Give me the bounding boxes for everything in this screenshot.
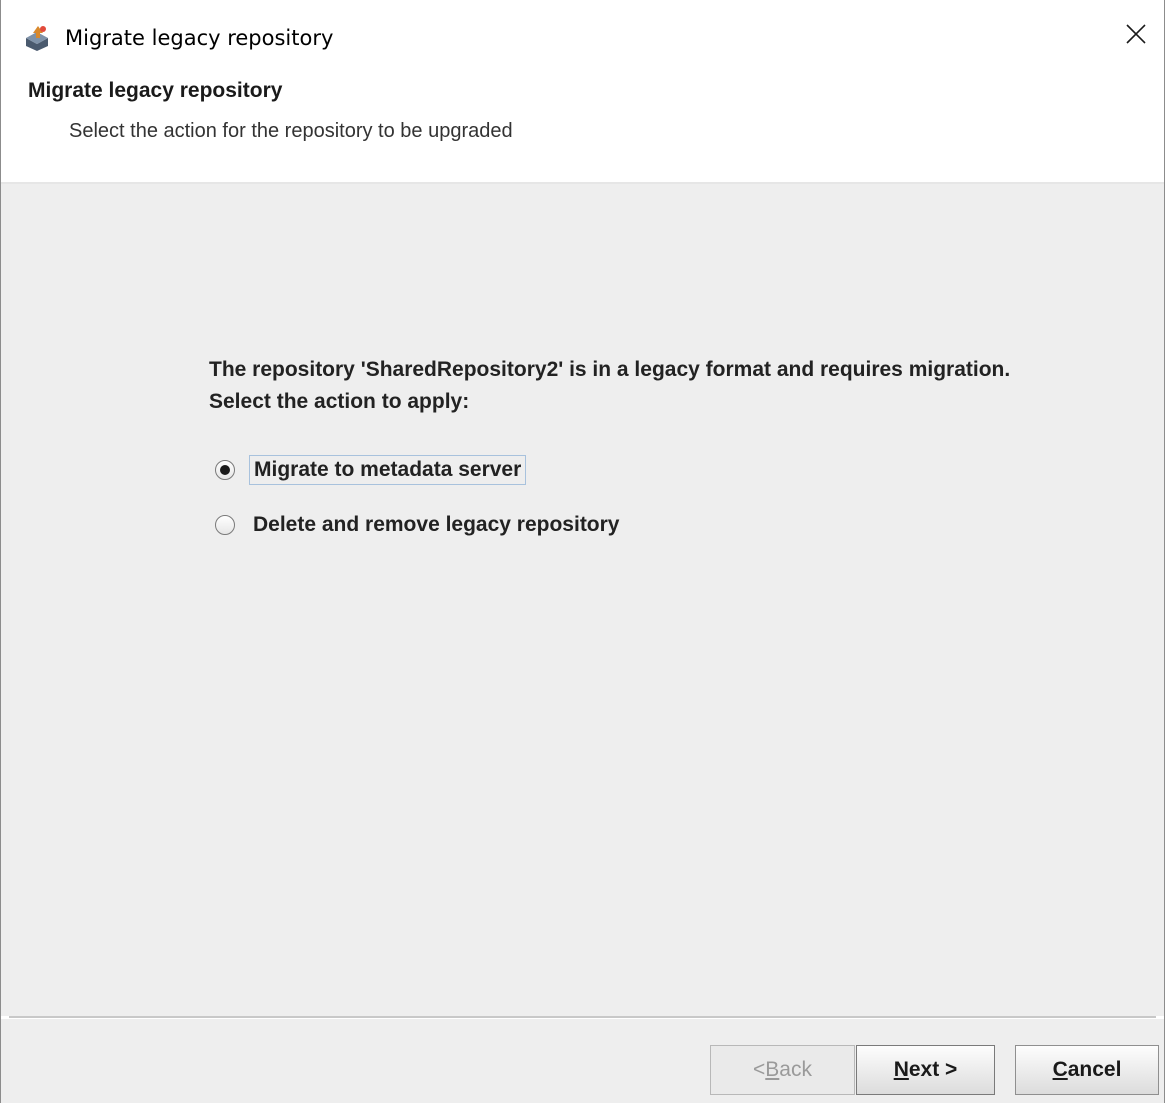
- migration-message: The repository 'SharedRepository2' is in…: [209, 354, 1010, 418]
- step-title: Migrate legacy repository: [28, 79, 283, 102]
- title-bar: Migrate legacy repository: [1, 0, 1164, 75]
- wizard-dialog: Migrate legacy repository Migrate legacy…: [0, 0, 1165, 1103]
- option-migrate-label[interactable]: Migrate to metadata server: [249, 455, 527, 485]
- option-delete-radio[interactable]: Delete and remove legacy repository: [215, 511, 624, 539]
- close-button[interactable]: [1116, 16, 1156, 56]
- wizard-header: Migrate legacy repository Select the act…: [1, 75, 1164, 182]
- radio-unselected-icon[interactable]: [215, 515, 235, 535]
- message-line-1: The repository 'SharedRepository2' is in…: [209, 358, 1011, 381]
- back-button[interactable]: < Back: [710, 1045, 855, 1095]
- message-line-2: Select the action to apply:: [209, 390, 470, 413]
- radio-selected-icon[interactable]: [215, 460, 235, 480]
- wizard-footer: < Back Next > Cancel: [1, 1019, 1164, 1103]
- next-button[interactable]: Next >: [856, 1045, 995, 1095]
- wizard-app-icon: [23, 24, 51, 52]
- window-title: Migrate legacy repository: [65, 26, 334, 50]
- step-subtitle: Select the action for the repository to …: [69, 120, 513, 142]
- option-delete-label[interactable]: Delete and remove legacy repository: [249, 511, 624, 539]
- wizard-content: The repository 'SharedRepository2' is in…: [1, 184, 1164, 1016]
- cancel-button[interactable]: Cancel: [1015, 1045, 1159, 1095]
- close-icon: [1125, 23, 1147, 50]
- option-migrate-radio[interactable]: Migrate to metadata server: [215, 455, 527, 485]
